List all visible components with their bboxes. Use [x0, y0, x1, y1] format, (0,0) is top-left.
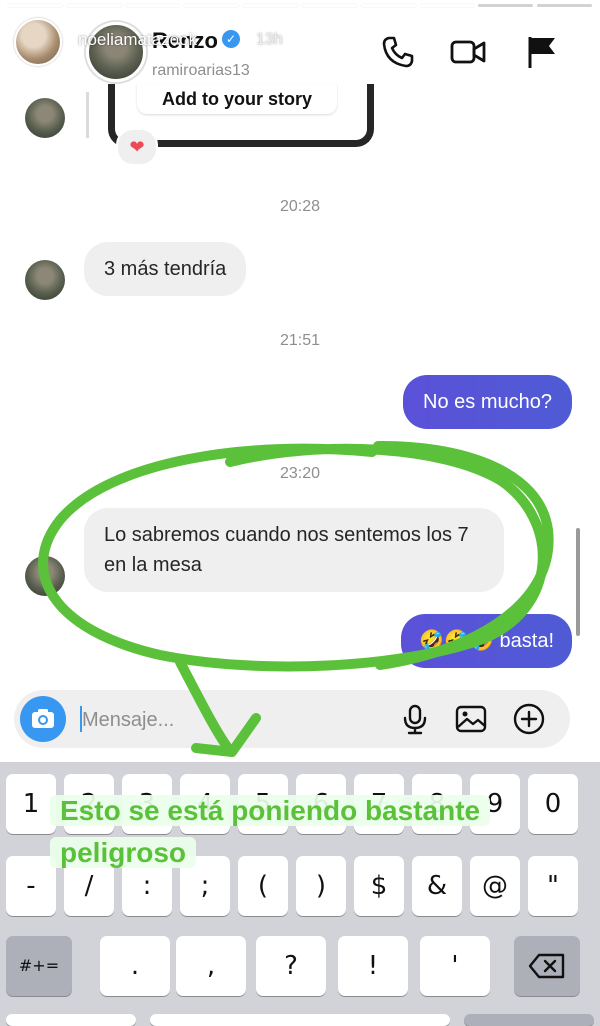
annotation-caption-line-2: peligroso	[50, 837, 197, 868]
annotation-caption: Esto se está poniendo bastante peligroso	[50, 790, 491, 874]
annotation-caption-line-1: Esto se está poniendo bastante	[50, 795, 491, 826]
